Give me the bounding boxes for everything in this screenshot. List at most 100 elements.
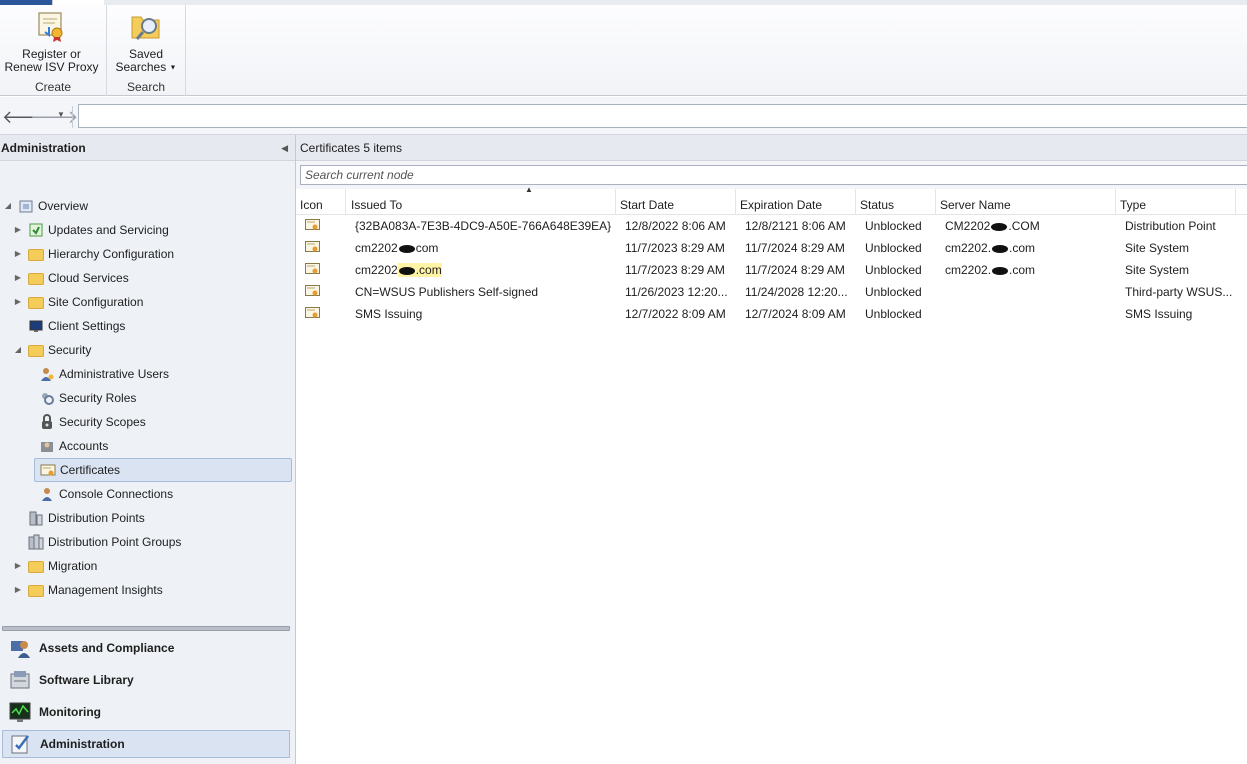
table-row[interactable]: {32BA083A-7E3B-4DC9-A50E-766A648E39EA} 1… [296,215,1247,237]
workspace-monitoring[interactable]: Monitoring [2,698,290,726]
issued-to-suffix: com [415,241,439,255]
certificate-icon [305,241,320,253]
sort-ascending-icon: ▲ [525,185,533,194]
column-header-start-date[interactable]: Start Date [616,189,736,215]
accounts-icon [39,438,55,454]
ribbon: Register or Renew ISV Proxy Create Saved… [0,5,1247,96]
workspace-software-library[interactable]: Software Library [2,666,290,694]
tree-item-overview[interactable]: ◢ Overview [3,194,88,218]
tree-item-certificates[interactable]: Certificates [34,458,292,482]
cell-type: SMS Issuing [1125,307,1193,321]
cell-status: Unblocked [865,307,922,321]
server-name-suffix: .com [1009,263,1036,277]
column-header-server-name[interactable]: Server Name [936,189,1116,215]
collapse-pane-icon[interactable]: ◀ [281,135,288,161]
tree-item-label: Administrative Users [59,367,170,381]
cell-issued-to: {32BA083A-7E3B-4DC9-A50E-766A648E39EA} [355,219,612,233]
table-row[interactable]: cm2202 .com 11/7/2023 8:29 AM 11/7/2024 8… [296,259,1247,281]
saved-searches-button[interactable]: Saved Searches ▼ [113,9,179,74]
tree-item-management-insights[interactable]: ▶ Management Insights [13,578,163,602]
tree-item-console-connections[interactable]: Console Connections [24,482,173,506]
address-input[interactable] [78,104,1247,128]
tree-item-security-scopes[interactable]: Security Scopes [24,410,146,434]
tree-item-updates-servicing[interactable]: ▶ Updates and Servicing [13,218,169,242]
cell-expiration-date: 12/8/2121 8:06 AM [745,219,846,233]
folder-icon [28,345,44,357]
collapsed-arrow-icon[interactable]: ▶ [13,578,23,602]
collapsed-arrow-icon[interactable]: ▶ [13,266,23,290]
server-name-prefix: cm2202. [945,241,992,255]
expanded-arrow-icon[interactable]: ◢ [13,338,23,362]
folder-icon [28,297,44,309]
tree-item-label: Security Roles [59,391,137,405]
collapsed-arrow-icon[interactable]: ▶ [13,218,23,242]
cell-type: Distribution Point [1125,219,1216,233]
forward-arrow-icon[interactable]: 🡒 [30,107,78,127]
cell-issued-to: cm2202 com [347,237,617,259]
column-header-expiration-date[interactable]: Expiration Date [736,189,856,215]
redaction-mark [992,266,1009,275]
tree-item-accounts[interactable]: Accounts [24,434,108,458]
column-header-type[interactable]: Type [1116,189,1236,215]
tree-item-label: Updates and Servicing [48,223,169,237]
issued-to-prefix: cm2202 [355,241,398,255]
search-input[interactable]: Search current node [300,165,1247,185]
collapsed-arrow-icon[interactable]: ▶ [13,242,23,266]
ribbon-group-create: Register or Renew ISV Proxy Create [0,5,107,96]
workspace-label: Assets and Compliance [39,641,175,655]
client-settings-icon [28,318,44,334]
table-row[interactable]: cm2202 com 11/7/2023 8:29 AM 11/7/2024 8:… [296,237,1247,259]
tree-item-site-configuration[interactable]: ▶ Site Configuration [13,290,143,314]
collapsed-arrow-icon[interactable]: ▶ [13,290,23,314]
server-name-suffix: .COM [1008,219,1040,233]
cell-start-date: 11/26/2023 12:20... [625,285,728,299]
tree-item-hierarchy-configuration[interactable]: ▶ Hierarchy Configuration [13,242,174,266]
folder-icon [28,249,44,261]
cell-server-name: cm2202. .com [937,237,1115,259]
users-icon [39,366,55,382]
tree-item-distribution-points[interactable]: Distribution Points [13,506,145,530]
address-separator [72,106,73,128]
overview-icon [18,198,34,214]
tree-item-label: Certificates [60,463,121,477]
tree-item-label: Distribution Point Groups [48,535,182,549]
certificate-icon [305,285,320,297]
cell-server-name: CM2202 .COM [937,215,1115,237]
column-header-status[interactable]: Status [856,189,936,215]
certificate-icon [305,219,320,231]
tree-item-security[interactable]: ◢ Security [13,338,91,362]
tree-item-label: Overview [38,199,89,213]
cell-expiration-date: 11/24/2028 12:20... [745,285,848,299]
tree-item-client-settings[interactable]: Client Settings [13,314,125,338]
expanded-arrow-icon[interactable]: ◢ [3,194,13,218]
column-header-issued-to[interactable]: ▲ Issued To [346,185,616,215]
cell-expiration-date: 12/7/2024 8:09 AM [745,307,846,321]
tree-item-distribution-point-groups[interactable]: Distribution Point Groups [13,530,181,554]
saved-search-icon [129,9,163,43]
server-name-suffix: .com [1009,241,1036,255]
tree-item-cloud-services[interactable]: ▶ Cloud Services [13,266,129,290]
server-name-prefix: CM2202 [945,219,991,233]
register-isv-proxy-button[interactable]: Register or Renew ISV Proxy [4,9,99,74]
tree-item-administrative-users[interactable]: Administrative Users [24,362,169,386]
column-header-icon[interactable]: Icon [296,189,346,215]
back-arrow-icon[interactable]: 🡐 [2,107,50,127]
workspace-administration[interactable]: Administration [2,730,290,758]
navigation-header: Administration ◀ [0,135,295,161]
cell-type: Third-party WSUS... [1125,285,1233,299]
table-row[interactable]: SMS Issuing 12/7/2022 8:09 AM 12/7/2024 … [296,303,1247,325]
tree-item-label: Hierarchy Configuration [48,247,175,261]
workspace-assets-compliance[interactable]: Assets and Compliance [2,634,290,662]
table-row[interactable]: CN=WSUS Publishers Self-signed 11/26/202… [296,281,1247,303]
collapsed-arrow-icon[interactable]: ▶ [13,554,23,578]
folder-icon [28,273,44,285]
tree-item-security-roles[interactable]: Security Roles [24,386,136,410]
cell-start-date: 11/7/2023 8:29 AM [625,241,725,255]
history-dropdown-icon[interactable]: ▼ [57,110,65,119]
workspace-splitter[interactable] [2,626,290,631]
cell-type: Site System [1125,241,1190,255]
user-icon [39,486,55,502]
tree-item-migration[interactable]: ▶ Migration [13,554,97,578]
certificate-icon [305,307,320,319]
cell-status: Unblocked [865,285,922,299]
